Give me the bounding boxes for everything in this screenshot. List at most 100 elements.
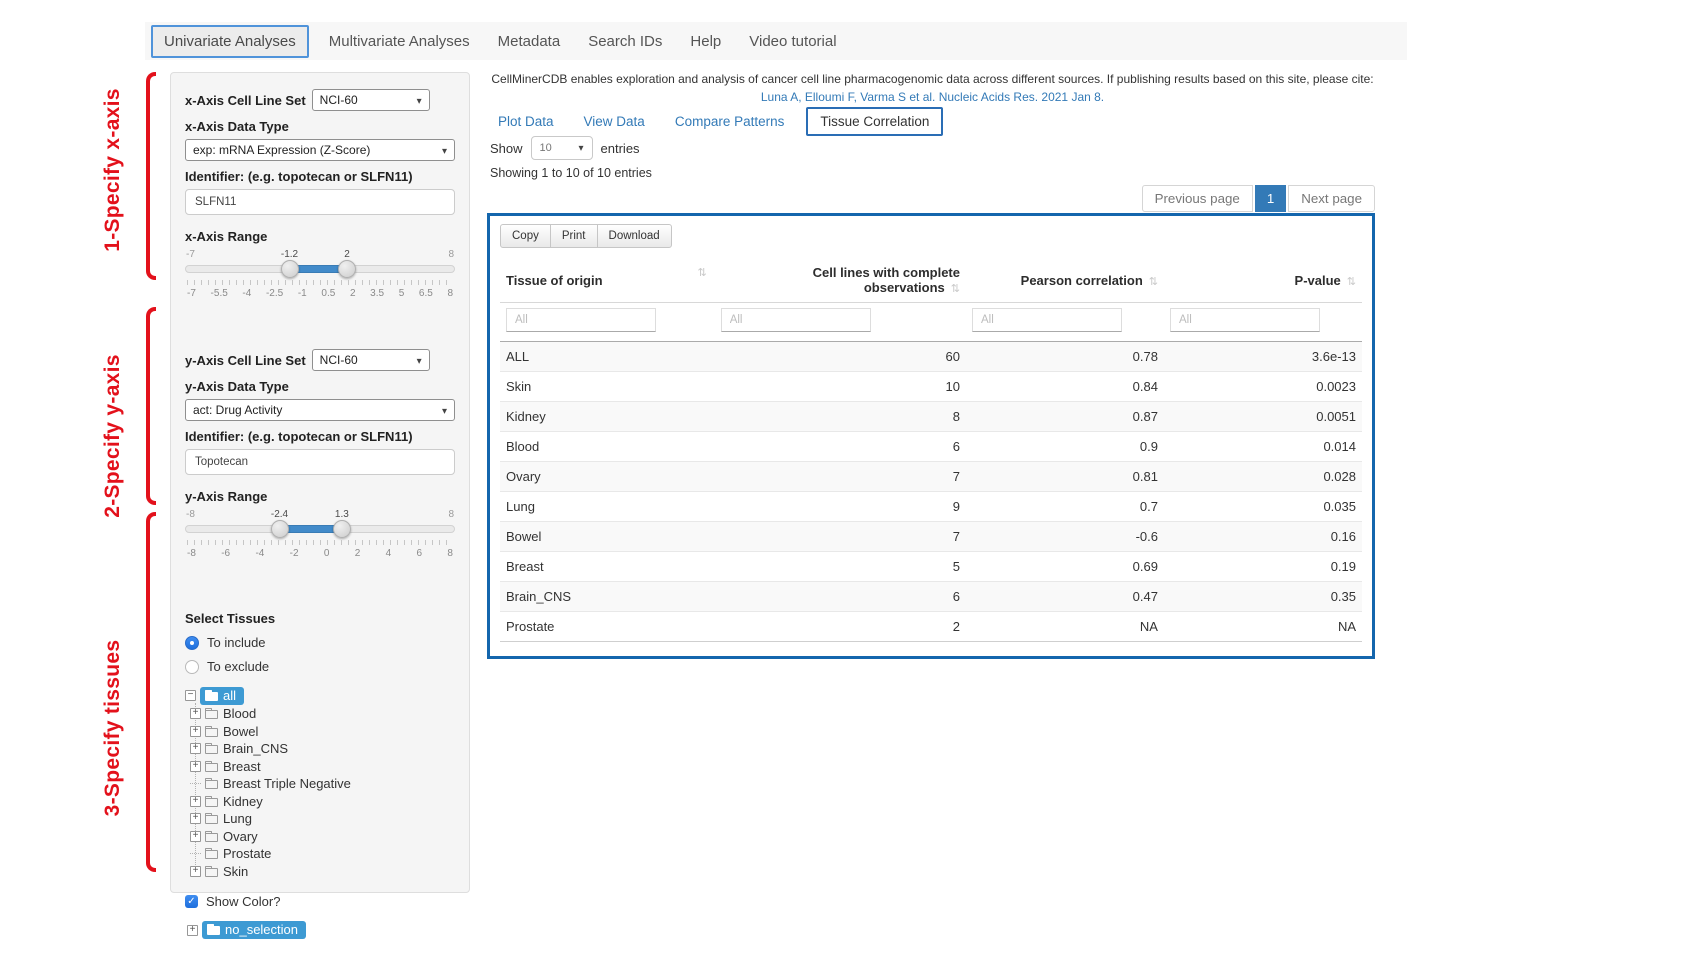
slider-handle-from[interactable] [271, 520, 289, 538]
tree-node-blood[interactable]: Blood [190, 705, 455, 723]
y-axis-range-slider[interactable]: -8 8 -2.4 1.3 -8 -6 -4 -2 0 2 4 6 [185, 509, 455, 567]
x-axis-data-type-value: exp: mRNA Expression (Z-Score) [193, 143, 370, 157]
nav-item-metadata[interactable]: Metadata [484, 26, 575, 57]
x-axis-identifier-input[interactable] [185, 189, 455, 215]
slider-tick-label: -2.5 [266, 288, 283, 299]
cell-p: 0.014 [1164, 432, 1362, 462]
folder-icon [205, 815, 218, 824]
cell-n: 10 [715, 372, 966, 402]
x-axis-data-type-select[interactable]: exp: mRNA Expression (Z-Score) [185, 139, 455, 161]
tree-node-breast[interactable]: Breast [190, 758, 455, 776]
slider-tick-label: -8 [187, 548, 196, 559]
tree-node-bowel[interactable]: Bowel [190, 723, 455, 741]
sort-icon[interactable] [697, 266, 706, 279]
folder-icon [205, 710, 218, 719]
tab-view-data[interactable]: View Data [584, 114, 645, 129]
tree-node-no-selection[interactable]: no_selection [187, 921, 455, 939]
expand-plus-icon[interactable] [190, 726, 201, 737]
slider-handle-from[interactable] [281, 260, 299, 278]
citation-link[interactable]: Luna A, Elloumi F, Varma S et al. Nuclei… [490, 90, 1375, 104]
table-row: Ovary 7 0.81 0.028 [500, 462, 1362, 492]
tree-node-kidney[interactable]: Kidney [190, 793, 455, 811]
slider-tick-marks [187, 280, 453, 285]
expand-plus-icon[interactable] [190, 761, 201, 772]
column-header-label: Cell lines with complete observations [813, 265, 960, 295]
y-axis-group: y-Axis Cell Line Set NCI-60 y-Axis Data … [185, 349, 455, 567]
sort-icon[interactable] [951, 283, 960, 295]
filter-input-cell-lines[interactable] [721, 308, 871, 332]
cell-p: 0.028 [1164, 462, 1362, 492]
page-length-value: 10 [540, 142, 552, 154]
cell-n: 7 [715, 522, 966, 552]
radio-to-exclude[interactable]: To exclude [185, 659, 455, 674]
slider-handle-to[interactable] [338, 260, 356, 278]
nav-item-video-tutorial[interactable]: Video tutorial [735, 26, 850, 57]
tree-node-brain-cns[interactable]: Brain_CNS [190, 740, 455, 758]
expand-plus-icon[interactable] [190, 866, 201, 877]
radio-to-include[interactable]: To include [185, 635, 455, 650]
nav-item-multivariate-analyses[interactable]: Multivariate Analyses [315, 26, 484, 57]
x-axis-data-type-label: x-Axis Data Type [185, 119, 455, 134]
tree-node-skin[interactable]: Skin [190, 863, 455, 881]
print-button[interactable]: Print [550, 224, 598, 248]
expand-plus-icon[interactable] [190, 831, 201, 842]
x-axis-cell-line-set-select[interactable]: NCI-60 [312, 89, 430, 111]
y-axis-cell-line-set-select[interactable]: NCI-60 [312, 349, 430, 371]
tab-plot-data[interactable]: Plot Data [498, 114, 554, 129]
x-axis-range-slider[interactable]: -7 8 -1.2 2 -7 -5.5 -4 -2.5 -1 0.5 2 [185, 249, 455, 307]
nav-item-help[interactable]: Help [676, 26, 735, 57]
column-header-pvalue[interactable]: P-value [1164, 258, 1362, 303]
expand-plus-icon[interactable] [190, 743, 201, 754]
expand-plus-icon[interactable] [190, 796, 201, 807]
tissue-tree: all Blood Bowel Brain_CNS [185, 686, 455, 880]
page-length-select[interactable]: 10 [531, 136, 593, 160]
table-row: Lung 9 0.7 0.035 [500, 492, 1362, 522]
table-row: Kidney 8 0.87 0.0051 [500, 402, 1362, 432]
slider-tick-label: -5.5 [211, 288, 228, 299]
current-page-button[interactable]: 1 [1255, 185, 1286, 212]
filter-input-pvalue[interactable] [1170, 308, 1320, 332]
tab-tissue-correlation[interactable]: Tissue Correlation [806, 107, 943, 136]
column-header-tissue[interactable]: Tissue of origin [500, 258, 715, 303]
annotation-step1-label: 1-Specify x-axis [101, 75, 125, 265]
tree-node-label: Breast [223, 759, 261, 774]
copy-button[interactable]: Copy [500, 224, 551, 248]
pagination: Previous page 1 Next page [490, 185, 1375, 212]
slider-track[interactable] [185, 265, 455, 273]
expand-plus-icon[interactable] [190, 708, 201, 719]
tree-node-all[interactable]: all [185, 686, 455, 705]
column-header-cell-lines[interactable]: Cell lines with complete observations [715, 258, 966, 303]
tree-node-ovary[interactable]: Ovary [190, 828, 455, 846]
sort-icon[interactable] [1347, 276, 1356, 288]
slider-max-label: 8 [448, 509, 454, 520]
nav-item-search-ids[interactable]: Search IDs [574, 26, 676, 57]
slider-handle-to[interactable] [333, 520, 351, 538]
expand-plus-icon[interactable] [187, 925, 198, 936]
slider-min-label: -7 [186, 249, 195, 260]
tree-node-prostate[interactable]: Prostate [190, 845, 455, 863]
y-axis-identifier-input[interactable] [185, 449, 455, 475]
cell-p: 0.0023 [1164, 372, 1362, 402]
filter-input-pearson[interactable] [972, 308, 1122, 332]
download-button[interactable]: Download [597, 224, 672, 248]
cell-n: 6 [715, 432, 966, 462]
tree-node-breast-triple-negative[interactable]: Breast Triple Negative [190, 775, 455, 793]
previous-page-button[interactable]: Previous page [1142, 185, 1253, 212]
sort-icon[interactable] [1149, 276, 1158, 288]
slider-track[interactable] [185, 525, 455, 533]
column-header-pearson[interactable]: Pearson correlation [966, 258, 1164, 303]
expand-plus-icon[interactable] [190, 813, 201, 824]
nav-item-univariate-analyses[interactable]: Univariate Analyses [151, 25, 309, 58]
annotation-step2-label: 2-Specify y-axis [101, 341, 125, 531]
show-color-checkbox[interactable]: Show Color? [185, 894, 455, 909]
cell-n: 60 [715, 342, 966, 372]
tab-compare-patterns[interactable]: Compare Patterns [675, 114, 785, 129]
filter-input-tissue[interactable] [506, 308, 656, 332]
next-page-button[interactable]: Next page [1288, 185, 1375, 212]
tree-node-no-selection-selected[interactable]: no_selection [202, 921, 306, 939]
collapse-minus-icon[interactable] [185, 690, 196, 701]
table-row: Bowel 7 -0.6 0.16 [500, 522, 1362, 552]
tree-node-lung[interactable]: Lung [190, 810, 455, 828]
tree-node-all-selected[interactable]: all [200, 687, 244, 705]
y-axis-data-type-select[interactable]: act: Drug Activity [185, 399, 455, 421]
